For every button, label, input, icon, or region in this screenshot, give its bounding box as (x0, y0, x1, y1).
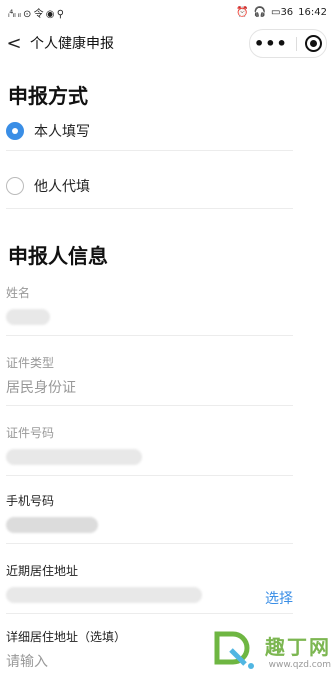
choose-address-button[interactable]: 选择 (265, 588, 293, 608)
id-number-value-redacted (6, 447, 293, 467)
close-mini-program-icon[interactable] (304, 35, 322, 52)
watermark-name: 趣丁网 (265, 635, 331, 659)
radio-unchecked-icon[interactable] (6, 177, 24, 195)
watermark-logo-icon (214, 631, 254, 669)
address-label: 近期居住地址 (6, 564, 79, 578)
section-info-title: 申报人信息 (8, 244, 108, 268)
phone-value-redacted (6, 515, 293, 535)
id-number-label: 证件号码 (6, 426, 55, 440)
headset-icon: 🎧 (253, 6, 266, 18)
section-method: 申报方式 (0, 80, 88, 109)
watermark-url: www.qzd.com (268, 660, 331, 670)
page-title: 个人健康申报 (30, 36, 114, 52)
back-icon[interactable]: < (4, 33, 24, 54)
status-icons-left: ᵢ⁴ᵢₗ ᵢₗ ⊙ 令 ◉ ⚲ (8, 8, 64, 20)
watermark: 趣丁网 www.qzd.com (211, 630, 331, 670)
radio-checked-icon[interactable] (6, 122, 24, 140)
status-time: 16:42 (298, 6, 327, 18)
id-type-label: 证件类型 (6, 356, 55, 370)
name-field[interactable]: 姓名 (6, 280, 293, 336)
address-value-redacted (6, 585, 293, 605)
battery-icon: ▭36 (270, 6, 294, 18)
section-method-title: 申报方式 (8, 84, 88, 108)
phone-label: 手机号码 (6, 494, 55, 508)
id-type-field[interactable]: 证件类型 居民身份证 (6, 350, 293, 406)
radio-label-self: 本人填写 (34, 124, 90, 140)
radio-option-self[interactable]: 本人填写 (6, 112, 293, 151)
status-icons-right: ⏰ 🎧 ▭36 16:42 (236, 7, 327, 18)
address-field[interactable]: 近期居住地址 选择 (6, 558, 293, 614)
more-menu-icon[interactable]: ••• (254, 35, 288, 52)
nav-bar: < 个人健康申报 ••• (0, 24, 335, 62)
name-value-redacted (6, 307, 293, 327)
id-type-value: 居民身份证 (6, 380, 76, 396)
phone-field[interactable]: 手机号码 (6, 488, 293, 544)
status-bar: ᵢ⁴ᵢₗ ᵢₗ ⊙ 令 ◉ ⚲ ⏰ 🎧 ▭36 16:42 (0, 0, 335, 24)
battery-level: 36 (280, 6, 294, 18)
capsule-divider (295, 36, 297, 51)
name-label: 姓名 (6, 286, 31, 300)
radio-label-proxy: 他人代填 (34, 179, 90, 195)
mini-program-capsule: ••• (249, 29, 327, 58)
id-number-field[interactable]: 证件号码 (6, 420, 293, 476)
section-info: 申报人信息 (0, 240, 108, 269)
radio-option-proxy[interactable]: 他人代填 (6, 164, 293, 209)
alarm-icon: ⏰ (236, 6, 249, 18)
